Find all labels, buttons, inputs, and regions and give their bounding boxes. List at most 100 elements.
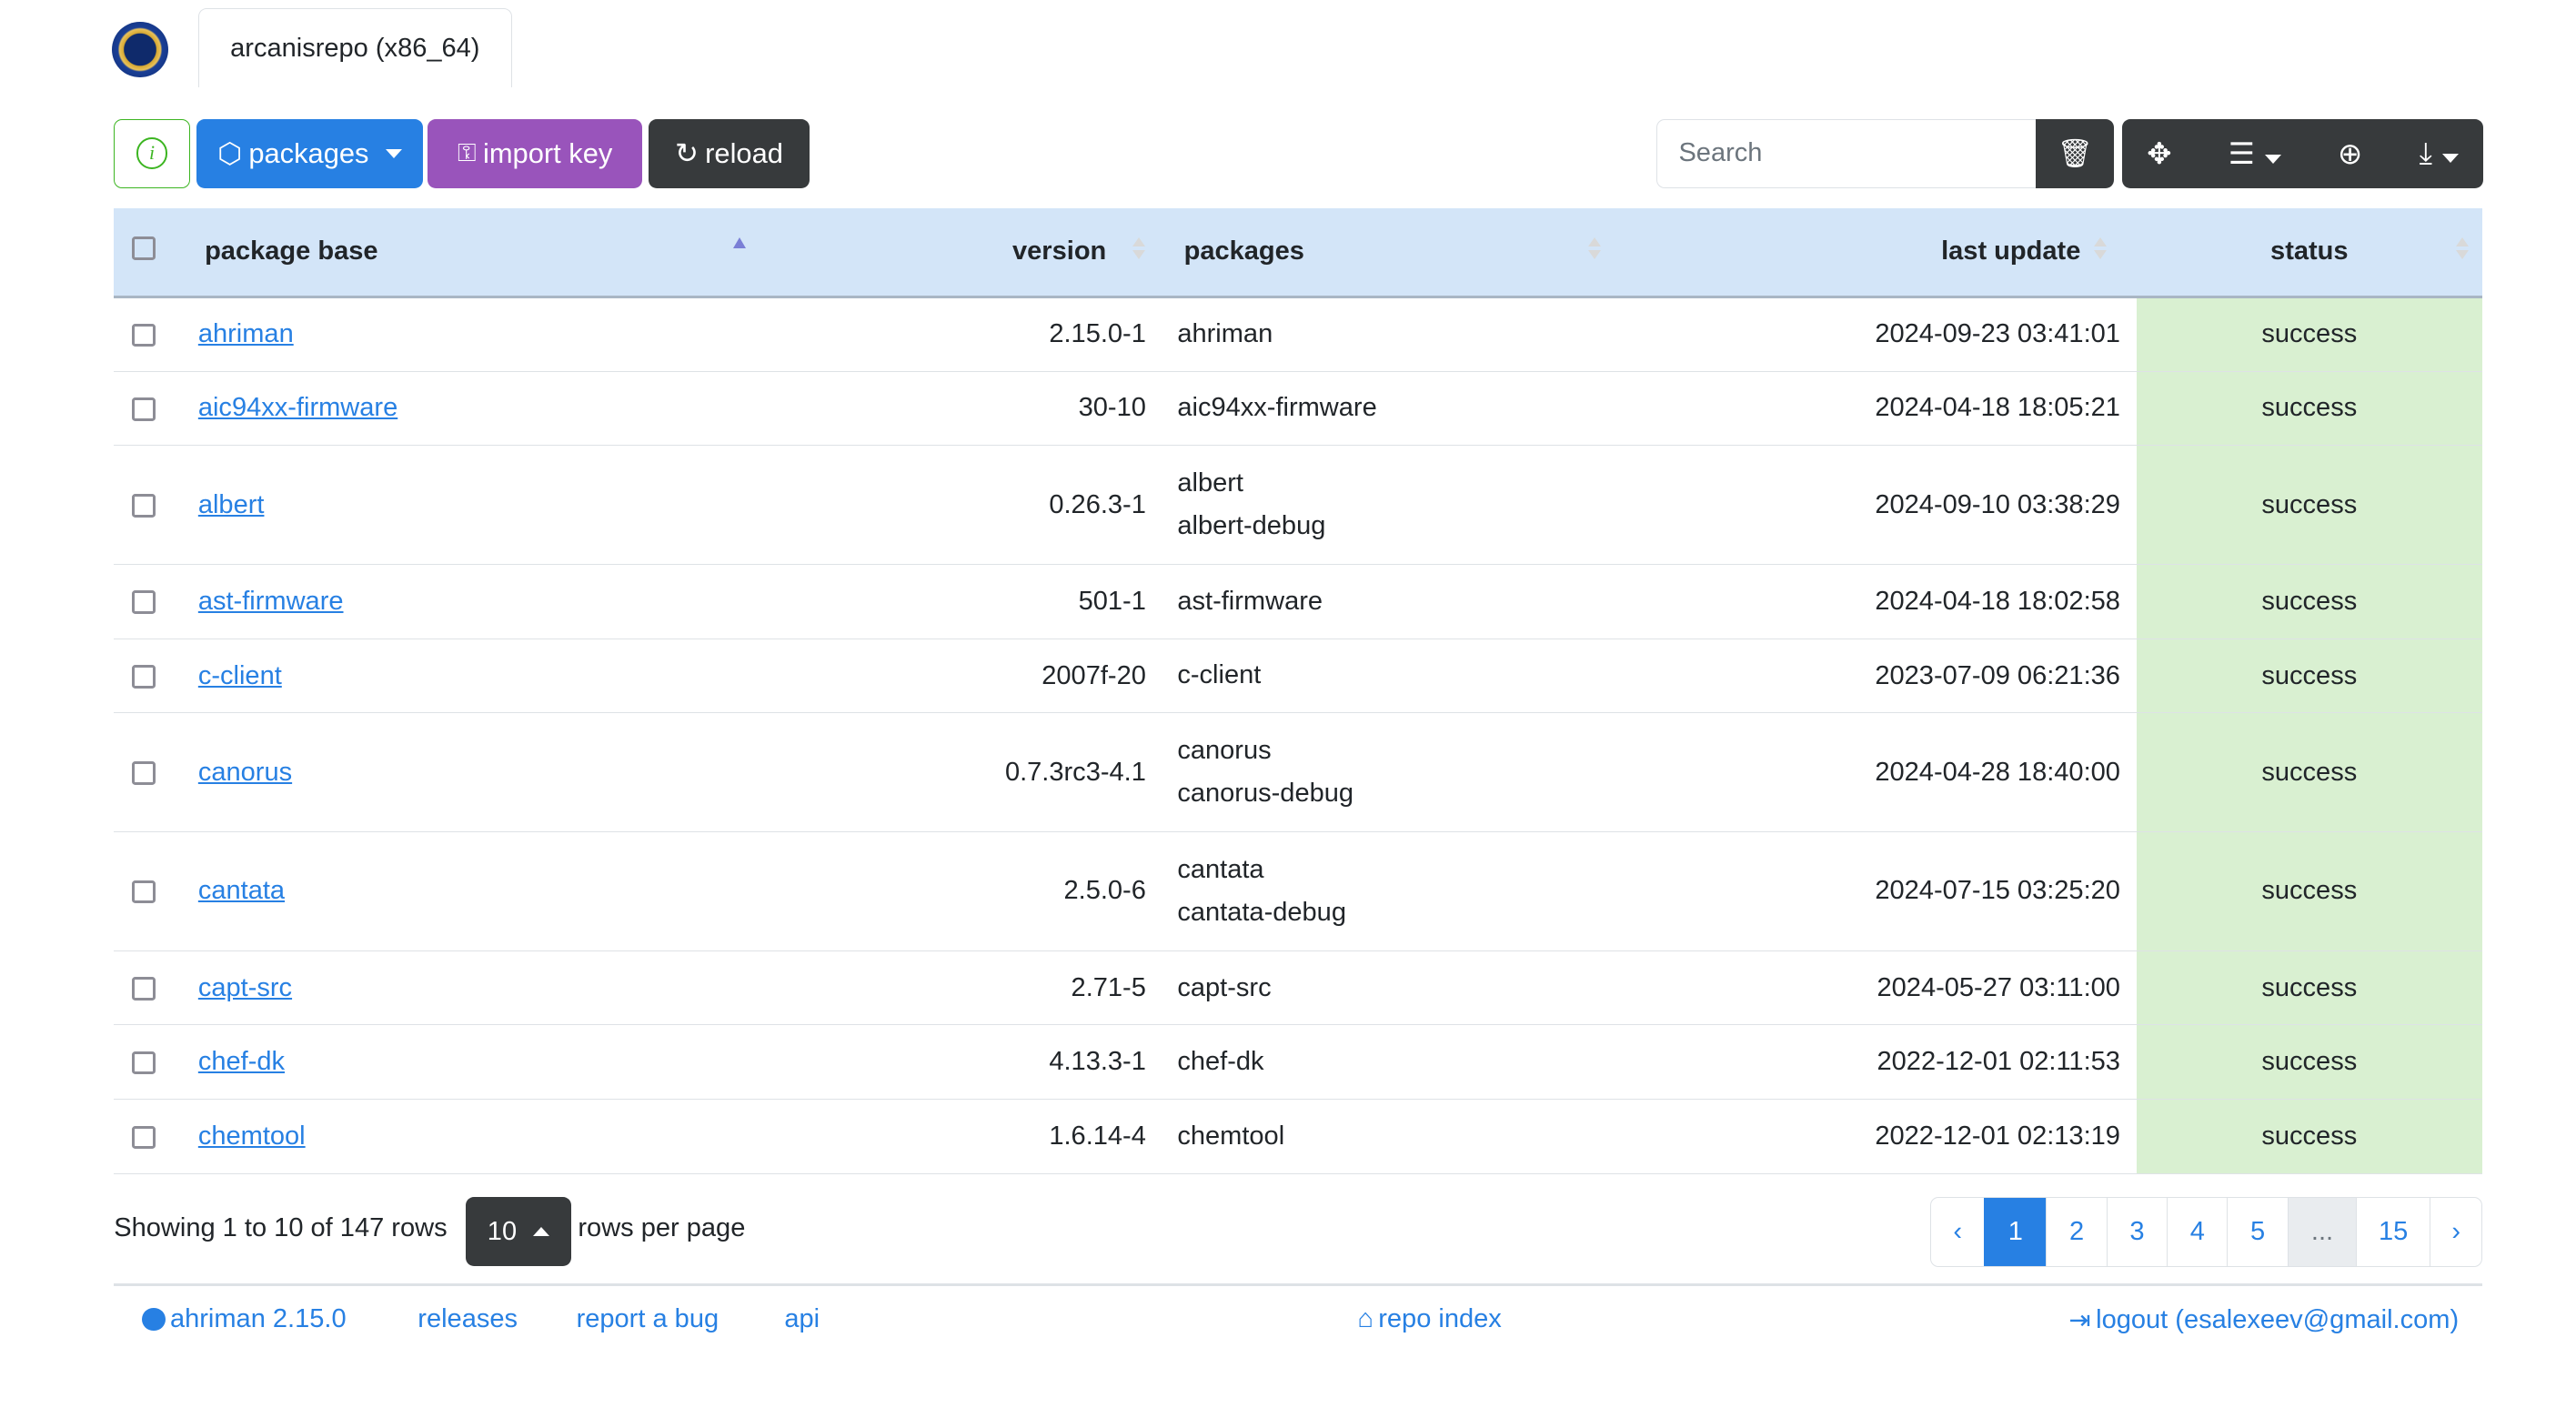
reload-button[interactable]: ↻ reload <box>649 118 810 188</box>
package-name: ahriman <box>1177 319 1273 349</box>
table-row: chemtool 1.6.14-4 chemtool 2022-12-01 02… <box>114 1099 2482 1174</box>
page-4[interactable]: 4 <box>2167 1198 2227 1266</box>
packages-dropdown-button[interactable]: ⬡ packages <box>196 118 423 188</box>
package-base-link[interactable]: canorus <box>198 758 292 787</box>
package-base-cell: chef-dk <box>178 1024 777 1101</box>
version-cell: 2.71-5 <box>776 950 1163 1026</box>
page-15[interactable]: 15 <box>2356 1198 2430 1266</box>
status-badge: success <box>2137 639 2482 714</box>
page-2[interactable]: 2 <box>2046 1198 2106 1266</box>
package-base-link[interactable]: c-client <box>198 661 282 690</box>
columns-toggle-icon[interactable]: ☰ <box>2229 136 2281 171</box>
table-row: capt-src 2.71-5 capt-src 2024-05-27 03:1… <box>114 950 2482 1026</box>
row-checkbox[interactable] <box>132 880 156 904</box>
status-badge: success <box>2137 1099 2482 1174</box>
page-prev[interactable]: ‹ <box>1931 1198 1984 1265</box>
package-name: c-client <box>1177 660 1262 690</box>
package-name: aic94xx-firmware <box>1177 393 1377 423</box>
package-base-link[interactable]: ahriman <box>198 319 294 348</box>
search-input[interactable] <box>1655 118 2038 188</box>
logout-link[interactable]: ⇥ logout (esalexeev@gmail.com) <box>2068 1304 2459 1336</box>
repo-index-link[interactable]: ⌂ repo index <box>1357 1304 1502 1334</box>
package-base-link[interactable]: chef-dk <box>198 1047 285 1076</box>
row-checkbox[interactable] <box>132 761 156 785</box>
import-key-button[interactable]: ⚿ import key <box>428 118 643 188</box>
header-last-update[interactable]: last update <box>1625 207 2138 298</box>
table-row: cantata 2.5.0-6 cantata cantata-debug 202… <box>114 831 2482 951</box>
package-base-link[interactable]: ast-firmware <box>198 587 344 616</box>
page-3[interactable]: 3 <box>2106 1198 2167 1266</box>
packages-cell: capt-src <box>1162 950 1625 1026</box>
package-name: cantata-debug <box>1177 897 1346 927</box>
sort-asc-icon <box>733 237 747 249</box>
page-size-dropdown[interactable]: 10 <box>465 1197 572 1267</box>
packages-cell: aic94xx-firmware <box>1162 371 1625 447</box>
sort-icon <box>1132 237 1146 264</box>
footer-divider <box>114 1282 2482 1287</box>
last-update-cell: 2024-09-10 03:38:29 <box>1625 445 2138 566</box>
sort-icon <box>2093 237 2108 264</box>
header-package-base[interactable]: package base <box>178 207 777 298</box>
package-name: canorus-debug <box>1177 779 1354 809</box>
package-base-link[interactable]: cantata <box>198 876 285 905</box>
zoom-in-icon[interactable]: ⊕ <box>2338 136 2362 171</box>
row-checkbox[interactable] <box>132 590 156 614</box>
info-button[interactable]: i <box>114 118 190 188</box>
sort-icon <box>2455 237 2470 264</box>
table-row: albert 0.26.3-1 albert albert-debug 2024-… <box>114 445 2482 566</box>
status-badge: success <box>2137 1024 2482 1101</box>
package-name: chemtool <box>1177 1121 1285 1151</box>
logout-icon: ⇥ <box>2068 1306 2091 1336</box>
package-base-cell: ast-firmware <box>178 564 777 639</box>
row-checkbox[interactable] <box>132 1125 156 1150</box>
packages-cell: chemtool <box>1162 1099 1625 1174</box>
row-checkbox[interactable] <box>132 1051 156 1075</box>
import-key-label: import key <box>483 136 613 169</box>
row-checkbox[interactable] <box>132 665 156 689</box>
package-name: ast-firmware <box>1177 586 1323 616</box>
status-badge: success <box>2137 445 2482 566</box>
fullscreen-icon[interactable]: ✥ <box>2147 136 2171 171</box>
clear-search-button[interactable]: 🗑 <box>2036 118 2114 188</box>
row-checkbox[interactable] <box>132 323 156 347</box>
row-select-cell <box>114 1099 179 1174</box>
package-base-link[interactable]: capt-src <box>198 973 292 1002</box>
report-bug-link[interactable]: report a bug <box>577 1304 719 1334</box>
package-name: canorus <box>1177 736 1272 766</box>
home-icon: ⌂ <box>1357 1304 1374 1334</box>
releases-link[interactable]: releases <box>418 1304 518 1334</box>
row-checkbox[interactable] <box>132 977 156 1001</box>
packages-cell: chef-dk <box>1162 1024 1625 1101</box>
package-base-cell: ahriman <box>178 297 777 372</box>
info-icon: i <box>136 137 168 170</box>
package-base-link[interactable]: chemtool <box>198 1121 306 1151</box>
package-base-link[interactable]: albert <box>198 490 265 519</box>
rows-per-page-label: rows per page <box>578 1213 746 1243</box>
sort-icon <box>1588 237 1602 264</box>
last-update-cell: 2024-04-28 18:40:00 <box>1625 712 2138 833</box>
reload-icon: ↻ <box>675 136 699 169</box>
key-icon: ⚿ <box>458 138 477 167</box>
table-row: ahriman 2.15.0-1 ahriman 2024-09-23 03:4… <box>114 297 2482 372</box>
export-download-icon[interactable]: ⤓ <box>2420 136 2459 171</box>
github-icon <box>142 1307 166 1332</box>
page-next[interactable]: › <box>2430 1198 2481 1266</box>
page-1[interactable]: 1 <box>1984 1198 2047 1266</box>
header-packages[interactable]: packages <box>1162 207 1625 298</box>
repo-tab[interactable]: arcanisrepo (x86_64) <box>197 8 512 88</box>
row-checkbox[interactable] <box>132 397 156 421</box>
version-cell: 30-10 <box>776 371 1163 447</box>
table-toolbar-group: ✥ ☰ ⊕ ⤓ <box>2121 118 2484 188</box>
row-checkbox[interactable] <box>132 494 156 518</box>
header-status[interactable]: status <box>2137 207 2482 298</box>
page-ellipsis: ... <box>2287 1198 2357 1266</box>
version-link[interactable]: ahriman 2.15.0 <box>142 1304 347 1334</box>
select-all-checkbox[interactable] <box>132 236 156 260</box>
page-5[interactable]: 5 <box>2227 1198 2287 1266</box>
package-base-cell: chemtool <box>178 1099 777 1174</box>
package-name: cantata <box>1177 854 1264 884</box>
api-link[interactable]: api <box>784 1304 820 1334</box>
showing-text: Showing 1 to 10 of 147 rows <box>114 1213 448 1243</box>
package-base-link[interactable]: aic94xx-firmware <box>198 393 397 422</box>
header-version[interactable]: version <box>776 207 1163 298</box>
